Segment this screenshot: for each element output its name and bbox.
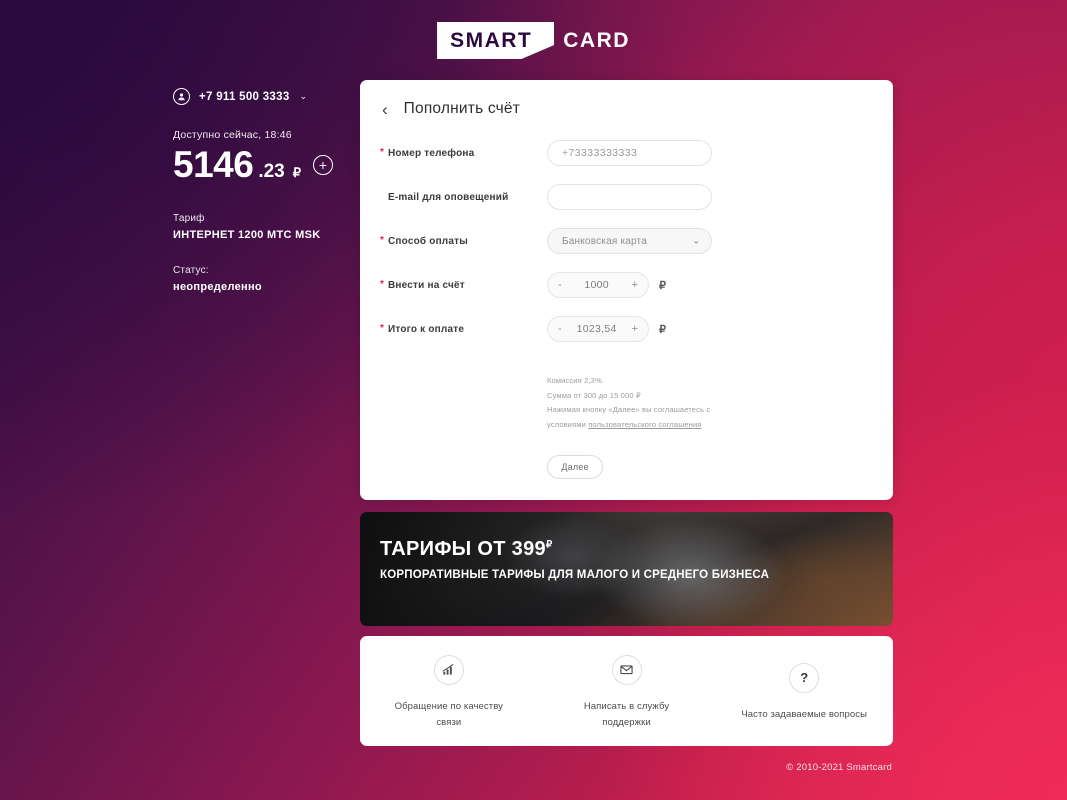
help-item-label: Часто задаваемые вопросы	[741, 708, 868, 720]
balance-currency-symbol: ₽	[292, 165, 302, 180]
balance-fraction: .23	[258, 161, 285, 182]
total-increment-button[interactable]: +	[632, 323, 638, 335]
promo-headline: ТАРИФЫ ОТ 399₽	[380, 538, 893, 561]
phone-label-text: Номер телефона	[388, 147, 475, 159]
required-asterisk: *	[380, 234, 385, 246]
back-arrow-icon[interactable]: ‹	[380, 101, 390, 118]
agreement-note-line1: Нажимая кнопку «Далее» вы соглашаетесь с	[547, 405, 711, 415]
amount-increment-button[interactable]: +	[632, 279, 638, 291]
question-mark-icon: ?	[789, 662, 820, 693]
required-asterisk: *	[380, 322, 385, 334]
account-phone-number: +7 911 500 3333	[199, 90, 290, 103]
commission-note: Комиссия 2,3%.	[547, 376, 604, 385]
form-row-total: * Итого к оплате - 1023,54 + ₽	[360, 316, 893, 342]
chevron-down-icon[interactable]: ⌄	[300, 91, 308, 102]
signal-bars-icon	[433, 654, 464, 685]
payment-method-select-wrapper[interactable]: Банковская карта ⌄	[547, 228, 712, 254]
card-header: ‹ Пополнить счёт	[360, 80, 893, 118]
help-item-label: Обращение по качеству связи	[394, 700, 504, 728]
balance-display: 5146 .23 ₽ +	[173, 146, 353, 183]
help-item-connection-quality[interactable]: Обращение по качеству связи	[360, 636, 538, 746]
envelope-icon	[611, 654, 642, 685]
help-item-contact-support[interactable]: Написать в службу поддержки	[538, 636, 716, 746]
help-item-label: Написать в службу поддержки	[583, 700, 670, 728]
brand-card-text: CARD	[563, 29, 630, 52]
tariff-value: ИНТЕРНЕТ 1200 МТС MSK	[173, 229, 321, 241]
ruble-symbol-icon: ₽	[545, 539, 553, 551]
topup-form: * Номер телефона E-mail для оповещений *…	[360, 118, 893, 479]
amount-stepper[interactable]: - 1000 +	[547, 272, 649, 298]
promo-banner[interactable]: ТАРИФЫ ОТ 399₽ КОРПОРАТИВНЫЕ ТАРИФЫ ДЛЯ …	[360, 512, 893, 626]
email-field-label: E-mail для оповещений	[380, 192, 547, 203]
next-button[interactable]: Далее	[547, 454, 603, 479]
payment-method-label: * Способ оплаты	[380, 234, 547, 247]
question-mark-glyph: ?	[800, 670, 809, 686]
help-links-card: Обращение по качеству связи Написать в с…	[360, 636, 893, 746]
phone-input[interactable]	[547, 140, 712, 166]
payment-method-select[interactable]: Банковская карта	[547, 228, 712, 254]
form-row-phone: * Номер телефона	[360, 140, 893, 166]
promo-banner-content: ТАРИФЫ ОТ 399₽ КОРПОРАТИВНЫЕ ТАРИФЫ ДЛЯ …	[360, 512, 893, 581]
agreement-note-line2: условиями пользовательского соглашения	[547, 418, 893, 433]
status-value: неопределенно	[173, 281, 262, 293]
amount-field-label: * Внести на счёт	[380, 278, 547, 291]
tariff-block: Тариф ИНТЕРНЕТ 1200 МТС MSK	[173, 213, 353, 241]
brand-logo[interactable]: SMART CARD	[437, 22, 630, 59]
help-item-faq[interactable]: ? Часто задаваемые вопросы	[715, 636, 893, 746]
topup-form-card: ‹ Пополнить счёт * Номер телефона E-mail…	[360, 80, 893, 500]
tariff-label: Тариф	[173, 213, 205, 224]
form-row-amount: * Внести на счёт - 1000 + ₽	[360, 272, 893, 298]
required-asterisk: *	[380, 278, 385, 290]
total-label-text: Итого к оплате	[388, 323, 465, 335]
amount-decrement-button[interactable]: -	[558, 279, 562, 291]
header-logo[interactable]: SMART CARD	[0, 22, 1067, 59]
form-row-payment-method: * Способ оплаты Банковская карта ⌄	[360, 228, 893, 254]
available-balance-label: Доступно сейчас, 18:46	[173, 129, 292, 141]
amount-range-note: Сумма от 300 до 15 000 ₽	[547, 390, 641, 400]
balance-integer: 5146	[173, 144, 254, 185]
footer-copyright: © 2010-2021 Smartcard	[786, 762, 892, 773]
agreement-prefix: условиями	[547, 419, 589, 429]
brand-smart-text: SMART	[437, 22, 555, 59]
phone-field-label: * Номер телефона	[380, 146, 547, 159]
email-input[interactable]	[547, 184, 712, 210]
user-circle-icon	[173, 88, 190, 105]
payment-method-label-text: Способ оплаты	[388, 235, 468, 247]
form-row-email: E-mail для оповещений	[360, 184, 893, 210]
page-title: Пополнить счёт	[403, 100, 521, 117]
amount-label-text: Внести на счёт	[388, 279, 465, 291]
total-decrement-button[interactable]: -	[558, 323, 562, 335]
total-value[interactable]: 1023,54	[577, 323, 617, 335]
add-funds-button[interactable]: +	[313, 154, 334, 175]
ruble-symbol-icon: ₽	[659, 323, 666, 336]
total-field-label: * Итого к оплате	[380, 322, 547, 335]
email-label-text: E-mail для оповещений	[388, 191, 509, 203]
user-agreement-link[interactable]: пользовательского соглашения	[588, 420, 701, 429]
status-label: Статус:	[173, 265, 209, 276]
ruble-symbol-icon: ₽	[659, 279, 666, 292]
fine-print: Комиссия 2,3%. Сумма от 300 до 15 000 ₽ …	[360, 374, 893, 433]
required-asterisk: *	[380, 146, 385, 158]
account-sidebar: +7 911 500 3333 ⌄ Доступно сейчас, 18:46…	[173, 88, 353, 317]
promo-headline-text: ТАРИФЫ ОТ 399	[380, 538, 546, 560]
total-stepper[interactable]: - 1023,54 +	[547, 316, 649, 342]
promo-subheadline: КОРПОРАТИВНЫЕ ТАРИФЫ ДЛЯ МАЛОГО И СРЕДНЕ…	[380, 569, 770, 581]
account-phone-selector[interactable]: +7 911 500 3333 ⌄	[173, 88, 353, 105]
amount-value[interactable]: 1000	[584, 279, 609, 291]
status-block: Статус: неопределенно	[173, 265, 353, 293]
